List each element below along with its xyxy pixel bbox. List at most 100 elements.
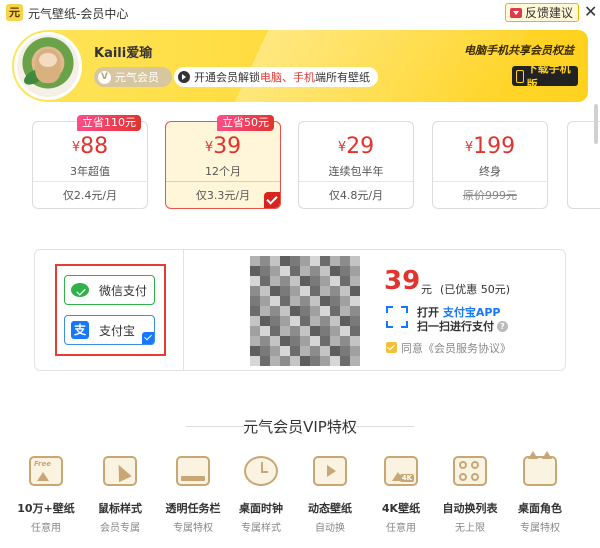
help-icon[interactable]: ? <box>497 321 508 332</box>
4k-wallpaper-icon: 4K <box>384 456 418 486</box>
promo-pill: 开通会员解锁 电脑、手机 端所有壁纸 <box>174 67 378 87</box>
vip-feature: 桌面角色 专属特权 <box>510 451 570 534</box>
plan-term: 3年超值 <box>70 165 110 178</box>
qr-pixel <box>320 316 330 326</box>
qr-pixel <box>330 286 340 296</box>
vip-feature: 动态壁纸 自动换 <box>300 456 360 534</box>
qr-pixel <box>310 286 320 296</box>
title-bar: 元 元气壁纸-会员中心 反馈建议 ✕ <box>0 0 600 26</box>
qr-pixel <box>250 336 260 346</box>
qr-pixel <box>280 326 290 336</box>
qr-pixel <box>340 256 350 266</box>
qr-pixel <box>250 316 260 326</box>
qr-pixel <box>270 276 280 286</box>
qr-pixel <box>310 346 320 356</box>
qr-pixel <box>320 266 330 276</box>
qr-pixel <box>310 356 320 366</box>
qr-pixel <box>270 336 280 346</box>
qr-pixel <box>290 286 300 296</box>
qr-pixel <box>290 266 300 276</box>
qr-pixel <box>310 326 320 336</box>
plan-card[interactable]: ¥29 连续包半年 仅4.8元/月 <box>298 121 414 209</box>
pay-amount: 39 <box>384 266 421 296</box>
qr-pixel <box>330 356 340 366</box>
qr-pixel <box>290 346 300 356</box>
plan-card[interactable]: 立省110元 ¥88 3年超值 仅2.4元/月 <box>32 115 148 209</box>
qr-pixel <box>350 306 360 316</box>
qr-pixel <box>330 346 340 356</box>
qr-pixel <box>260 326 270 336</box>
arrow-right-icon <box>178 71 190 83</box>
selected-check-icon <box>142 332 154 344</box>
banner-decoration <box>231 30 533 102</box>
qr-pixel <box>340 306 350 316</box>
plan-card[interactable]: ¥199 终身 原价999元 <box>432 121 548 209</box>
qr-pixel <box>270 356 280 366</box>
feature-name: 桌面角色 <box>518 502 562 515</box>
qr-pixel <box>260 346 270 356</box>
vip-feature: 自动换列表 无上限 <box>440 456 500 534</box>
alipay-option[interactable]: 支 支付宝 <box>64 315 155 345</box>
qr-pixel <box>270 346 280 356</box>
desktop-character-icon <box>523 451 557 486</box>
qr-pixel <box>330 256 340 266</box>
wechat-pay-option[interactable]: 微信支付 <box>64 275 155 305</box>
qr-pixel <box>260 286 270 296</box>
close-button[interactable]: ✕ <box>584 2 597 21</box>
feature-subtitle: 专属特权 <box>173 523 213 534</box>
qr-pixel <box>260 356 270 366</box>
qr-pixel <box>280 256 290 266</box>
qr-pixel <box>280 276 290 286</box>
qr-pixel <box>300 336 310 346</box>
qr-pixel <box>350 346 360 356</box>
video-wallpaper-icon <box>313 456 347 486</box>
feedback-button[interactable]: 反馈建议 <box>505 3 579 22</box>
qr-pixel <box>250 266 260 276</box>
free-wallpaper-icon: Free <box>29 456 63 486</box>
qr-pixel <box>270 256 280 266</box>
qr-pixel <box>320 286 330 296</box>
qr-pixel <box>250 256 260 266</box>
qr-pixel <box>250 326 260 336</box>
qr-pixel <box>340 286 350 296</box>
download-mobile-button[interactable]: 下载手机版 <box>512 62 578 91</box>
qr-pixel <box>300 356 310 366</box>
pay-discount: (已优惠 50元) <box>440 283 511 296</box>
qr-pixel <box>350 336 360 346</box>
qr-pixel <box>310 306 320 316</box>
qr-pixel <box>340 326 350 336</box>
qr-pixel <box>350 266 360 276</box>
scan-instruction-2: 扫一扫进行支付? <box>417 318 508 334</box>
qr-pixel <box>340 276 350 286</box>
agreement-checkbox[interactable] <box>386 342 397 353</box>
avatar[interactable] <box>14 32 82 100</box>
save-badge: 立省110元 <box>77 115 141 131</box>
pay-unit: 元 <box>421 283 432 296</box>
plan-monthly-price: 原价999元 <box>433 181 547 209</box>
plan-card[interactable]: 立省50元 ¥39 12个月 仅3.3元/月 <box>165 115 281 209</box>
qr-pixel <box>350 256 360 266</box>
qr-pixel <box>350 296 360 306</box>
clock-icon <box>244 456 278 486</box>
plan-term: 连续包半年 <box>328 165 384 178</box>
payment-qr-code <box>250 256 360 366</box>
scrollbar-thumb[interactable] <box>594 104 598 144</box>
qr-pixel <box>300 326 310 336</box>
qr-pixel <box>280 266 290 276</box>
agreement-link[interactable]: 同意《会员服务协议》 <box>401 340 511 356</box>
qr-pixel <box>300 316 310 326</box>
member-banner: Kaili爱瑜 V 元气会员 开通会员解锁 电脑、手机 端所有壁纸 电脑手机共享… <box>12 30 588 102</box>
qr-pixel <box>250 356 260 366</box>
feedback-icon <box>510 7 522 18</box>
qr-pixel <box>260 256 270 266</box>
qr-pixel <box>340 266 350 276</box>
qr-pixel <box>310 336 320 346</box>
qr-pixel <box>330 336 340 346</box>
taskbar-icon <box>176 456 210 486</box>
feature-name: 4K壁纸 <box>381 502 421 515</box>
selected-check-icon <box>264 192 280 208</box>
qr-pixel <box>290 256 300 266</box>
qr-pixel <box>320 336 330 346</box>
qr-pixel <box>280 356 290 366</box>
qr-pixel <box>330 326 340 336</box>
